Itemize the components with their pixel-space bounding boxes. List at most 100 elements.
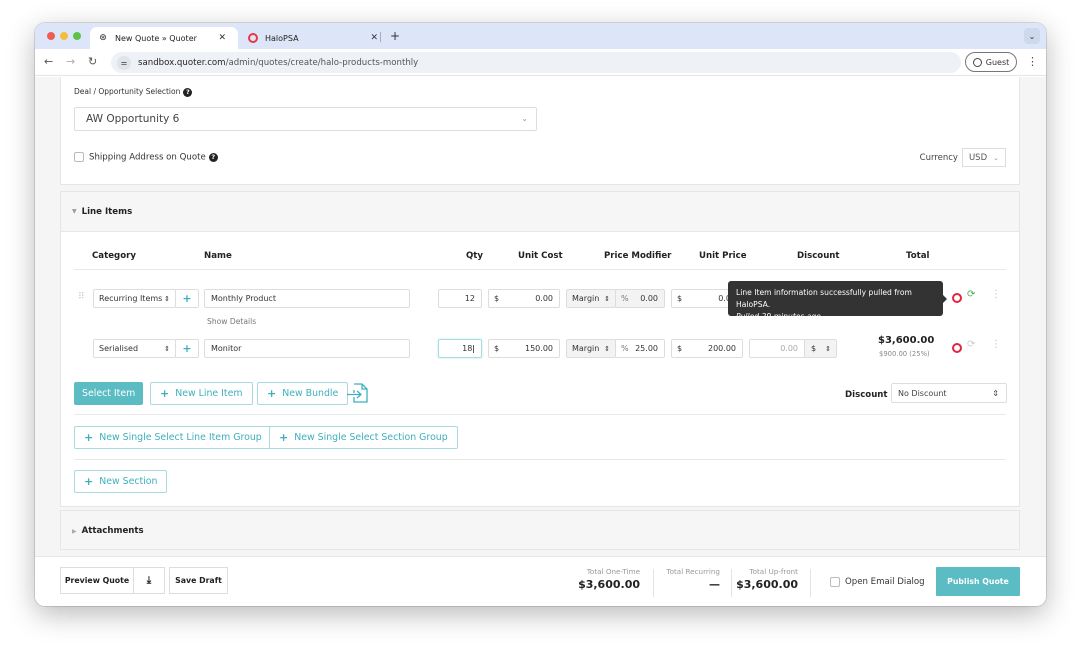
more-options-icon[interactable]: ⋮ (991, 289, 1001, 300)
add-category-button[interactable]: + (175, 339, 199, 358)
attachments-header[interactable]: ▶ Attachments (72, 526, 144, 536)
category-value: Serialised (99, 344, 139, 353)
category-select[interactable]: Serialised ⇕ (93, 339, 176, 358)
attachments-panel[interactable]: ▶ Attachments (60, 510, 1020, 550)
browser-window: ⊛ New Quote » Quoter ✕ HaloPSA ✕ + ⌄ ← →… (35, 23, 1046, 606)
modifier-type-select[interactable]: Margin ⇕ (566, 289, 616, 308)
modifier-type-value: Margin (572, 344, 600, 353)
total-recurring: Total Recurring — (660, 567, 720, 591)
deal-select[interactable]: AW Opportunity 6 ⌄ (74, 107, 537, 131)
open-email-dialog-option[interactable]: Open Email Dialog (830, 577, 925, 587)
help-icon[interactable]: ? (183, 87, 193, 97)
currency-value: USD (968, 152, 988, 163)
deal-panel: Deal / Opportunity Selection? AW Opportu… (60, 77, 1020, 185)
shipping-address-option[interactable]: Shipping Address on Quote? (74, 152, 218, 163)
sort-arrows-icon: ⇕ (164, 344, 170, 353)
sync-icon[interactable]: ⟳ (967, 339, 975, 350)
tab-new-quote[interactable]: ⊛ New Quote » Quoter ✕ (90, 27, 238, 49)
open-email-dialog-checkbox[interactable] (830, 577, 840, 587)
close-window-button[interactable] (47, 32, 55, 40)
publish-quote-label: Publish Quote (947, 577, 1009, 586)
sync-icon[interactable]: ⟳ (967, 289, 975, 300)
show-details-link[interactable]: Show Details (207, 317, 256, 326)
unit-cost-value: 0.00 (535, 294, 553, 303)
url-host: sandbox.quoter.com (138, 57, 226, 68)
item-name-input[interactable]: Monthly Product (204, 289, 410, 308)
modifier-value-input[interactable]: % 25.00 (615, 339, 665, 358)
shipping-label: Shipping Address on Quote (89, 152, 206, 163)
new-line-item-button[interactable]: + New Line Item (150, 382, 253, 405)
discount-unit-select[interactable]: $ ⇕ (804, 339, 837, 358)
divider (810, 569, 811, 597)
address-bar[interactable]: ⚌ sandbox.quoter.com/admin/quotes/create… (111, 52, 961, 73)
deal-label: Deal / Opportunity Selection? (74, 87, 193, 97)
maximize-window-button[interactable] (73, 32, 81, 40)
url-path: /admin/quotes/create/halo-products-month… (225, 57, 419, 68)
new-section-button[interactable]: + New Section (74, 470, 168, 493)
new-bundle-button[interactable]: + New Bundle (257, 382, 349, 405)
category-select[interactable]: Recurring Items ⇕ (93, 289, 176, 308)
tab-halopsa[interactable]: HaloPSA ✕ (240, 27, 390, 49)
add-category-button[interactable]: + (175, 289, 199, 308)
discount-input[interactable]: 0.00 (749, 339, 805, 358)
button-label: New Single Select Section Group (294, 432, 448, 443)
select-item-button[interactable]: Select Item (74, 382, 144, 405)
publish-quote-button[interactable]: Publish Quote (936, 567, 1020, 596)
total-upfront-label: Total Up-front (749, 567, 798, 576)
deal-selected-value: AW Opportunity 6 (86, 113, 180, 125)
site-settings-icon[interactable]: ⚌ (117, 55, 131, 70)
help-icon[interactable]: ? (208, 152, 218, 162)
total-upfront: Total Up-front $3,600.00 (735, 567, 798, 591)
quote-discount-select[interactable]: No Discount ⇕ (891, 383, 1007, 403)
unit-price-input[interactable]: $200.00 (671, 339, 743, 358)
preview-quote-label: Preview Quote (64, 576, 130, 585)
forward-arrow-icon[interactable]: → (66, 55, 75, 68)
reload-icon[interactable]: ↻ (88, 55, 97, 68)
new-bundle-label: New Bundle (282, 388, 339, 399)
item-name-input[interactable]: Monitor (204, 339, 410, 358)
download-button[interactable]: ⤓ (133, 567, 165, 594)
line-items-panel: ▼ Line Items Category Name Qty Unit Cost … (60, 191, 1020, 507)
save-draft-button[interactable]: Save Draft (169, 567, 228, 594)
category-value: Recurring Items (99, 294, 163, 303)
plus-icon: + (182, 342, 192, 355)
divider (731, 569, 732, 597)
line-items-header[interactable]: ▼ Line Items (61, 192, 1019, 232)
chevron-down-icon: ⌄ (521, 114, 528, 123)
quoter-favicon-icon: ⊛ (99, 33, 107, 43)
halopsa-link-icon[interactable] (952, 293, 962, 303)
total-one-time-value: $3,600.00 (578, 578, 640, 591)
minimize-window-button[interactable] (60, 32, 68, 40)
back-arrow-icon[interactable]: ← (44, 55, 53, 68)
browser-menu-icon[interactable]: ⋮ (1027, 56, 1038, 67)
new-single-select-line-item-group-button[interactable]: + New Single Select Line Item Group (74, 426, 272, 449)
halopsa-link-icon[interactable] (952, 343, 962, 353)
tab-search-chevron-icon[interactable]: ⌄ (1024, 28, 1040, 44)
unit-cost-input[interactable]: $150.00 (488, 339, 560, 358)
currency-select[interactable]: USD ⌄ (961, 148, 1006, 167)
plus-icon: + (84, 475, 94, 488)
preview-quote-button[interactable]: Preview Quote (60, 567, 134, 594)
profile-button[interactable]: Guest (965, 52, 1017, 72)
modifier-type-select[interactable]: Margin ⇕ (566, 339, 616, 358)
discount-label: Discount (845, 390, 888, 400)
tab-bar: ⊛ New Quote » Quoter ✕ HaloPSA ✕ + ⌄ (35, 23, 1046, 49)
shipping-address-checkbox[interactable] (74, 152, 84, 162)
modifier-value-input[interactable]: % 0.00 (615, 289, 665, 308)
new-single-select-section-group-button[interactable]: + New Single Select Section Group (269, 426, 458, 449)
total-one-time: Total One-Time $3,600.00 (575, 567, 640, 591)
tooltip-arrow (943, 295, 947, 303)
qty-input[interactable]: 18 | (438, 339, 482, 358)
open-email-label: Open Email Dialog (845, 577, 925, 587)
close-tab-icon[interactable]: ✕ (218, 33, 226, 43)
close-tab-icon[interactable]: ✕ (370, 33, 378, 43)
currency-symbol: $ (494, 344, 500, 353)
drag-handle-icon[interactable]: ⠿ (78, 292, 85, 302)
plus-icon: + (84, 431, 94, 444)
more-options-icon[interactable]: ⋮ (991, 339, 1001, 350)
import-file-icon[interactable] (346, 381, 370, 405)
qty-input[interactable]: 12 (438, 289, 482, 308)
unit-cost-value: 150.00 (525, 344, 553, 353)
unit-cost-input[interactable]: $0.00 (488, 289, 560, 308)
new-tab-button[interactable]: + (390, 29, 400, 43)
